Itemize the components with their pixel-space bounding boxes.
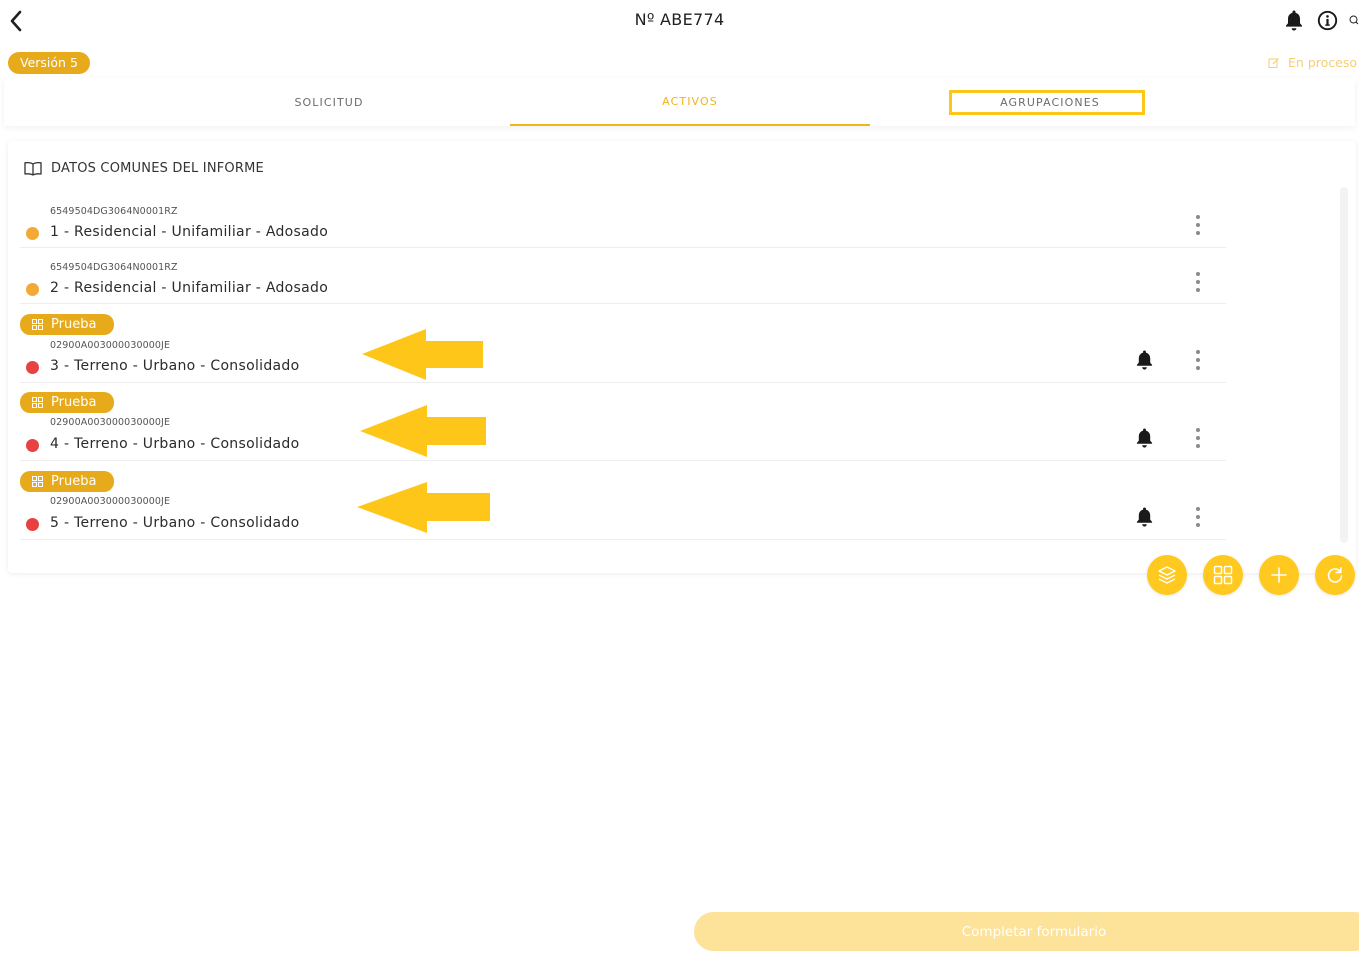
tab-bar: SOLICITUD ACTIVOS AGRUPACIONES xyxy=(4,78,1355,126)
layers-icon xyxy=(1158,566,1176,584)
refresh-icon xyxy=(1327,567,1343,583)
kebab-dot xyxy=(1196,358,1200,362)
alert-button[interactable] xyxy=(1133,348,1155,370)
kebab-dot xyxy=(1196,280,1200,284)
kebab-dot xyxy=(1196,231,1200,235)
assets-card: DATOS COMUNES DEL INFORME 6549504DG3064N… xyxy=(8,141,1356,573)
asset-reference: 02900A003000030000JE xyxy=(50,417,171,428)
grid-icon xyxy=(32,319,43,330)
app-header: Nº ABE774 xyxy=(0,0,1359,44)
tab-agrupaciones[interactable]: AGRUPACIONES xyxy=(870,78,1230,126)
page-title: Nº ABE774 xyxy=(634,10,725,29)
tab-solicitud[interactable]: SOLICITUD xyxy=(149,78,509,126)
kebab-dot xyxy=(1196,223,1200,227)
group-label: Prueba xyxy=(51,395,97,410)
complete-form-button[interactable]: Completar formulario xyxy=(694,912,1359,951)
kebab-dot xyxy=(1196,288,1200,292)
bell-icon xyxy=(1136,349,1152,370)
asset-item[interactable]: 6549504DG3064N0001RZ 1 - Residencial - U… xyxy=(20,197,1226,248)
asset-title: 5 - Terreno - Urbano - Consolidado xyxy=(50,515,300,531)
status-dot xyxy=(26,439,39,452)
asset-title: 3 - Terreno - Urbano - Consolidado xyxy=(50,358,300,374)
asset-item[interactable]: Prueba 02900A003000030000JE 5 - Terreno … xyxy=(20,461,1226,540)
asset-item[interactable]: Prueba 02900A003000030000JE 4 - Terreno … xyxy=(20,383,1226,461)
asset-reference: 02900A003000030000JE xyxy=(50,340,171,351)
kebab-dot xyxy=(1196,523,1200,527)
edit-icon xyxy=(1268,57,1279,68)
plus-icon xyxy=(1271,567,1287,583)
alert-button[interactable] xyxy=(1133,426,1155,448)
asset-item[interactable]: Prueba 02900A003000030000JE 3 - Terreno … xyxy=(20,304,1226,383)
status-label: En proceso xyxy=(1288,55,1357,70)
status-dot xyxy=(26,518,39,531)
kebab-dot xyxy=(1196,515,1200,519)
list-scrollbar[interactable] xyxy=(1340,187,1348,543)
status-dot xyxy=(26,361,39,374)
more-options-button[interactable] xyxy=(1190,213,1206,237)
kebab-dot xyxy=(1196,215,1200,219)
annotation-arrow-icon xyxy=(362,329,483,380)
section-header[interactable]: DATOS COMUNES DEL INFORME xyxy=(24,161,264,176)
group-badge[interactable]: Prueba xyxy=(20,471,114,492)
kebab-dot xyxy=(1196,350,1200,354)
status-dot xyxy=(26,283,39,296)
group-label: Prueba xyxy=(51,474,97,489)
more-options-button[interactable] xyxy=(1190,505,1206,529)
annotation-arrow-icon xyxy=(357,482,490,533)
bell-icon xyxy=(1136,427,1152,448)
annotation-arrow-icon xyxy=(360,405,486,457)
status-dot xyxy=(26,227,39,240)
search-icon xyxy=(1349,15,1359,25)
section-title: DATOS COMUNES DEL INFORME xyxy=(51,161,264,176)
more-options-button[interactable] xyxy=(1190,348,1206,372)
group-label: Prueba xyxy=(51,317,97,332)
grid-icon xyxy=(32,476,43,487)
header-actions xyxy=(1283,9,1359,31)
grid-icon xyxy=(32,397,43,408)
kebab-dot xyxy=(1196,366,1200,370)
version-badge: Versión 5 xyxy=(8,52,90,74)
group-badge[interactable]: Prueba xyxy=(20,392,114,413)
kebab-dot xyxy=(1196,507,1200,511)
notifications-button[interactable] xyxy=(1283,9,1305,31)
tab-activos[interactable]: ACTIVOS xyxy=(510,78,870,126)
grid-view-button[interactable] xyxy=(1203,555,1243,595)
group-badge[interactable]: Prueba xyxy=(20,314,114,335)
more-options-button[interactable] xyxy=(1190,270,1206,294)
bell-icon xyxy=(1286,10,1302,31)
refresh-button[interactable] xyxy=(1315,555,1355,595)
info-icon xyxy=(1317,10,1337,30)
asset-title: 1 - Residencial - Unifamiliar - Adosado xyxy=(50,224,329,240)
info-button[interactable] xyxy=(1316,9,1338,31)
kebab-dot xyxy=(1196,272,1200,276)
asset-reference: 6549504DG3064N0001RZ xyxy=(50,206,178,217)
asset-title: 2 - Residencial - Unifamiliar - Adosado xyxy=(50,280,329,296)
asset-title: 4 - Terreno - Urbano - Consolidado xyxy=(50,436,300,452)
more-options-button[interactable] xyxy=(1190,426,1206,450)
asset-reference: 02900A003000030000JE xyxy=(50,496,171,507)
bell-icon xyxy=(1136,506,1152,527)
grid-icon xyxy=(1213,565,1233,585)
kebab-dot xyxy=(1196,428,1200,432)
asset-item[interactable]: 6549504DG3064N0001RZ 2 - Residencial - U… xyxy=(20,248,1226,304)
book-icon xyxy=(24,161,42,176)
add-button[interactable] xyxy=(1259,555,1299,595)
kebab-dot xyxy=(1196,436,1200,440)
search-button[interactable] xyxy=(1349,9,1359,31)
status-indicator: En proceso xyxy=(1268,55,1357,70)
kebab-dot xyxy=(1196,444,1200,448)
layers-button[interactable] xyxy=(1147,555,1187,595)
alert-button[interactable] xyxy=(1133,505,1155,527)
asset-reference: 6549504DG3064N0001RZ xyxy=(50,262,178,273)
